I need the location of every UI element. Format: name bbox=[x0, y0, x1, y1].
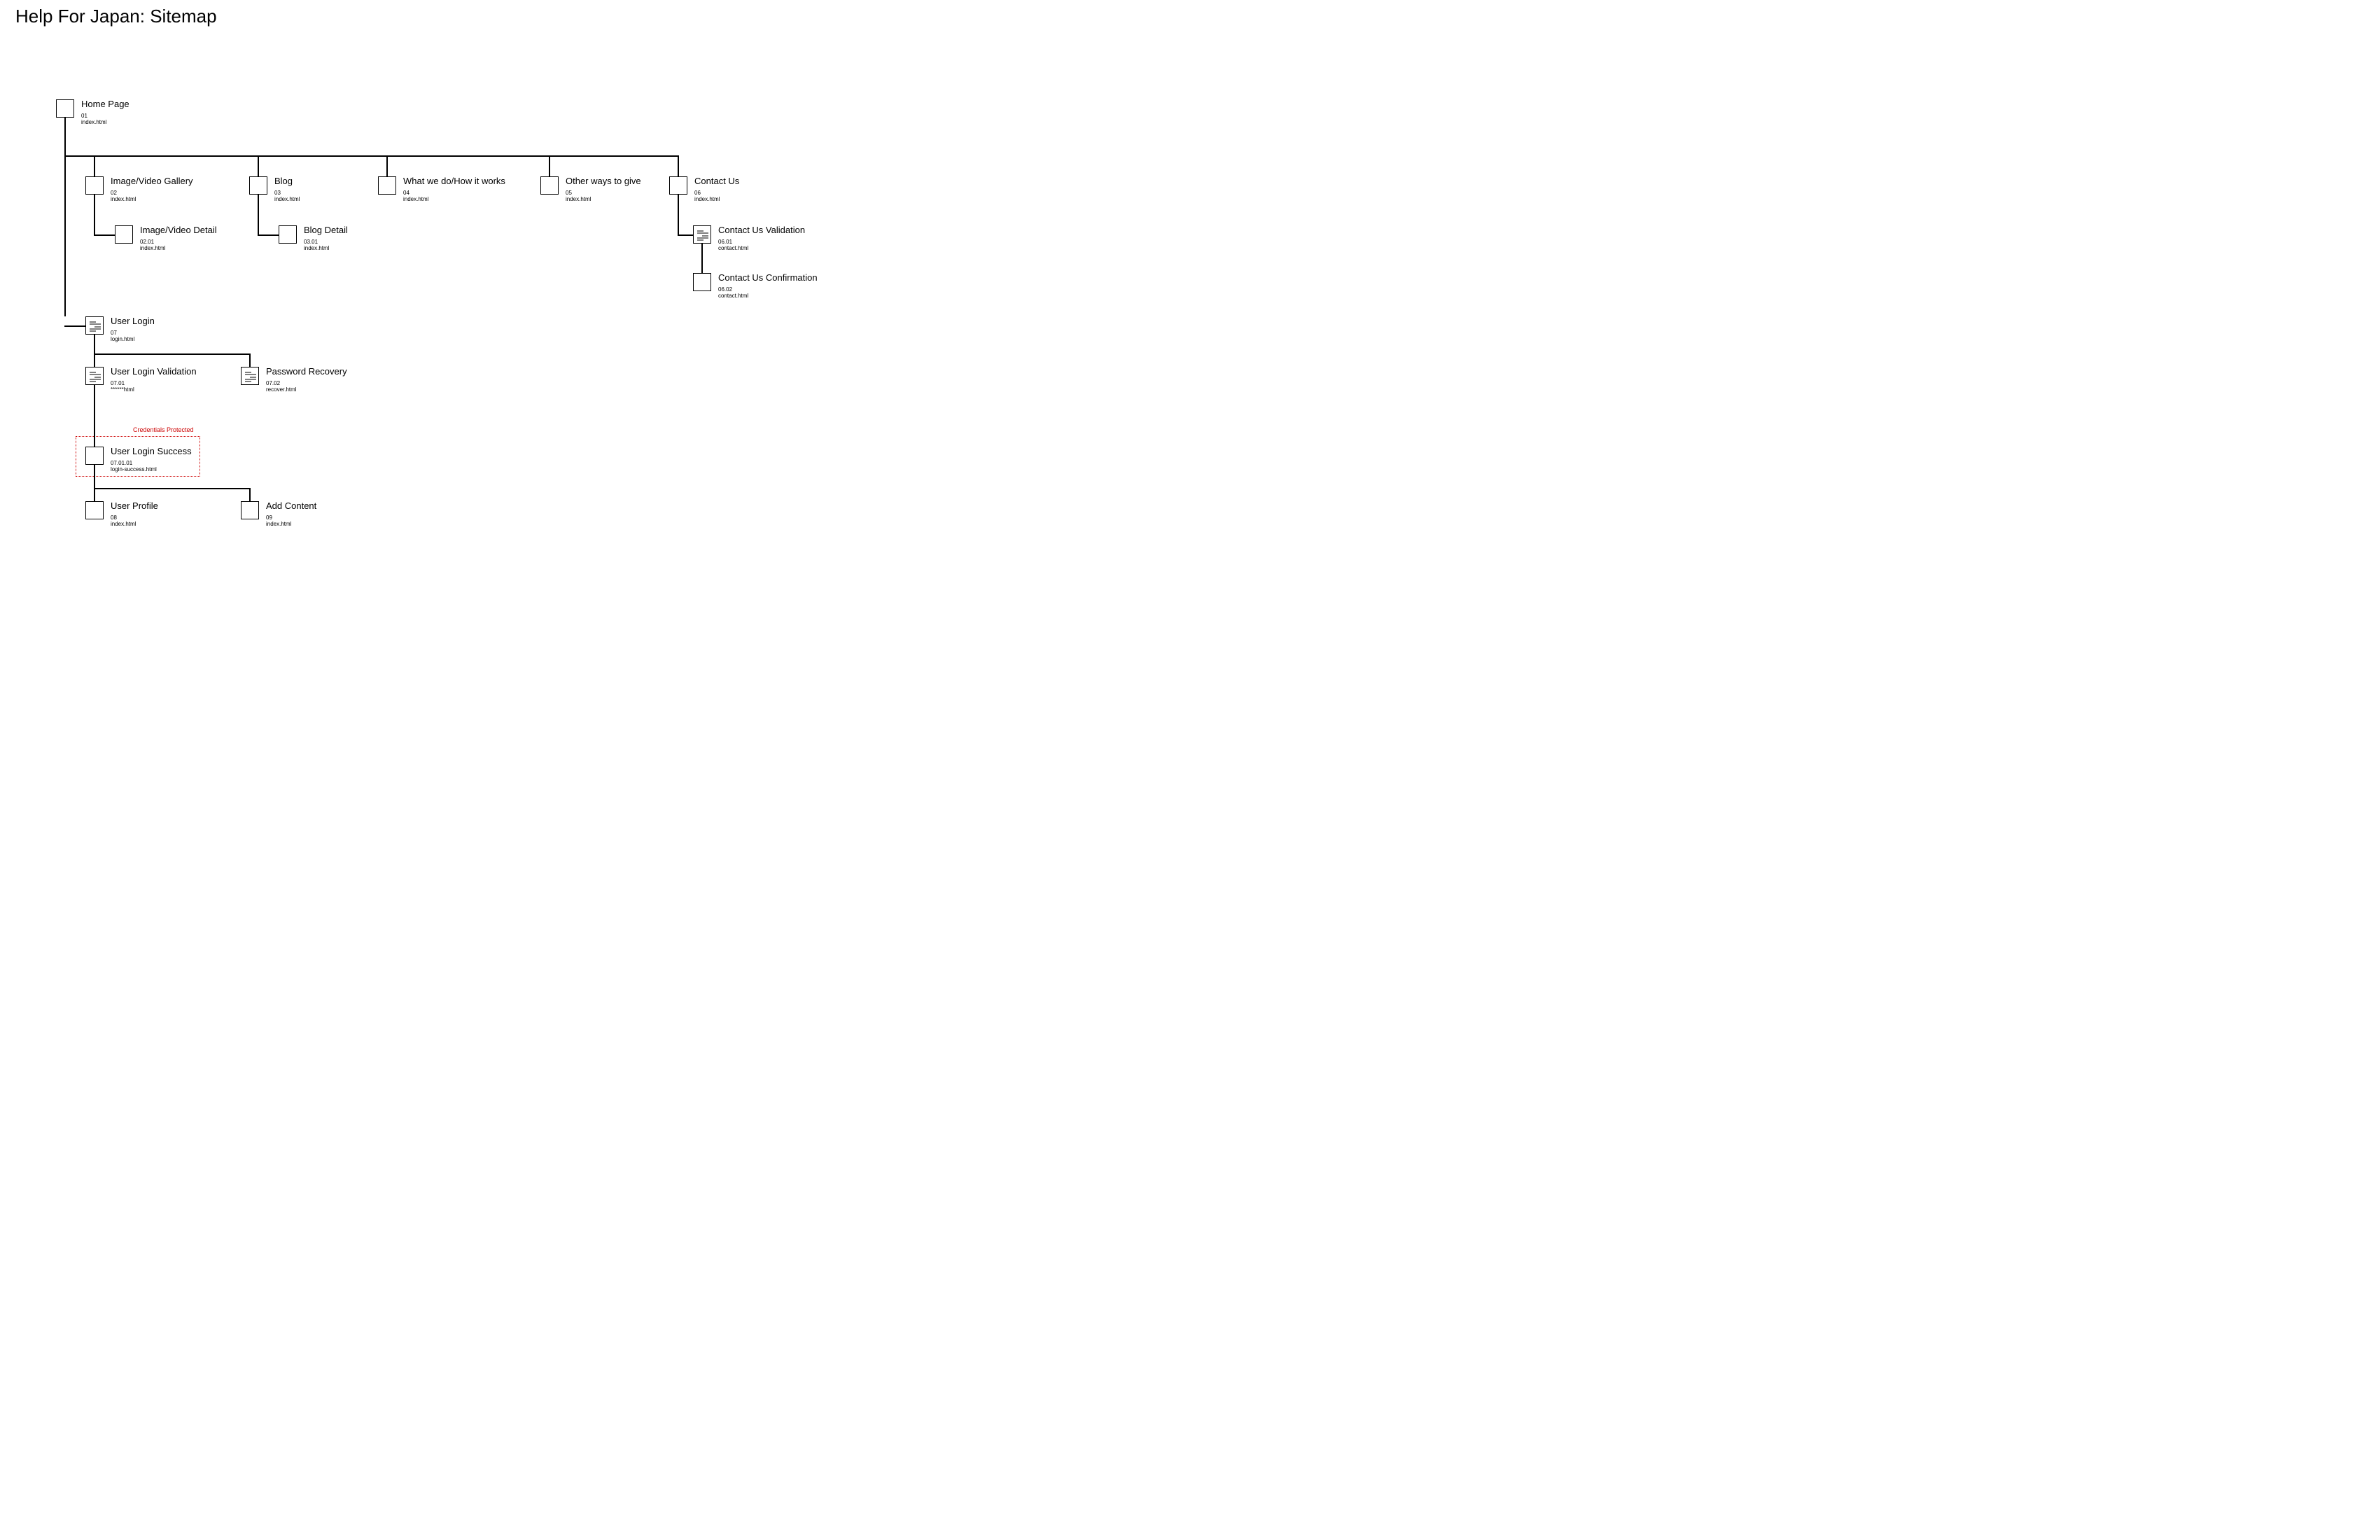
page-icon bbox=[249, 176, 267, 195]
page-icon bbox=[241, 501, 259, 519]
connector bbox=[94, 354, 251, 355]
node-label: User Login Validation bbox=[111, 366, 197, 377]
connector bbox=[64, 118, 66, 316]
node-number: 07 bbox=[111, 330, 117, 336]
form-page-icon bbox=[85, 367, 104, 385]
node-file: index.html bbox=[694, 196, 720, 202]
node-label: Blog bbox=[274, 176, 293, 186]
node-file: index.html bbox=[140, 245, 165, 251]
connector bbox=[94, 195, 95, 234]
node-label: What we do/How it works bbox=[403, 176, 505, 186]
connector bbox=[94, 488, 95, 501]
page-icon bbox=[540, 176, 559, 195]
node-label: Other ways to give bbox=[566, 176, 641, 186]
connector bbox=[94, 234, 115, 236]
node-file: contact.html bbox=[718, 245, 748, 251]
connector bbox=[386, 155, 388, 176]
node-number: 04 bbox=[403, 190, 410, 196]
node-label: Contact Us Validation bbox=[718, 225, 805, 235]
node-number: 06 bbox=[694, 190, 701, 196]
form-page-icon bbox=[85, 316, 104, 335]
connector bbox=[678, 155, 679, 176]
connector bbox=[94, 335, 95, 354]
form-lines-icon bbox=[90, 371, 101, 382]
connector bbox=[94, 155, 95, 176]
page-icon bbox=[378, 176, 396, 195]
connector bbox=[678, 234, 693, 236]
node-number: 02.01 bbox=[140, 239, 154, 245]
page-icon bbox=[56, 99, 74, 118]
connector bbox=[249, 488, 251, 501]
node-label: User Profile bbox=[111, 500, 158, 511]
page-icon bbox=[693, 273, 711, 291]
connector bbox=[678, 195, 679, 234]
form-lines-icon bbox=[245, 371, 256, 382]
node-label: User Login bbox=[111, 316, 155, 326]
node-file: login.html bbox=[111, 336, 134, 342]
node-file: index.html bbox=[403, 196, 428, 202]
connector bbox=[701, 244, 703, 273]
form-page-icon bbox=[693, 225, 711, 244]
node-number: 03 bbox=[274, 190, 281, 196]
page-icon bbox=[85, 447, 104, 465]
connector bbox=[94, 385, 95, 447]
connector bbox=[258, 195, 259, 234]
page-icon bbox=[669, 176, 687, 195]
connector bbox=[94, 354, 95, 367]
node-file: ******html bbox=[111, 386, 134, 393]
node-label: Image/Video Detail bbox=[140, 225, 217, 235]
node-number: 07.02 bbox=[266, 380, 280, 386]
node-label: User Login Success bbox=[111, 446, 192, 456]
node-file: index.html bbox=[274, 196, 300, 202]
connector bbox=[64, 155, 679, 157]
page-icon bbox=[85, 176, 104, 195]
node-label: Home Page bbox=[81, 99, 130, 109]
connector bbox=[258, 234, 279, 236]
node-label: Blog Detail bbox=[304, 225, 348, 235]
node-number: 07.01.01 bbox=[111, 460, 132, 466]
node-label: Contact Us Confirmation bbox=[718, 272, 818, 283]
node-file: index.html bbox=[81, 119, 106, 125]
node-file: index.html bbox=[111, 196, 136, 202]
connector bbox=[94, 465, 95, 488]
connector bbox=[94, 488, 251, 489]
node-file: recover.html bbox=[266, 386, 297, 393]
node-label: Contact Us bbox=[694, 176, 739, 186]
node-label: Password Recovery bbox=[266, 366, 347, 377]
node-file: index.html bbox=[266, 521, 291, 527]
node-label: Add Content bbox=[266, 500, 316, 511]
form-lines-icon bbox=[697, 230, 708, 241]
node-number: 07.01 bbox=[111, 380, 125, 386]
node-number: 03.01 bbox=[304, 239, 318, 245]
node-number: 08 bbox=[111, 514, 117, 521]
page-icon bbox=[115, 225, 133, 244]
page-title: Help For Japan: Sitemap bbox=[15, 6, 217, 27]
sitemap-canvas: Help For Japan: Sitemap Home Page 01 ind… bbox=[0, 0, 980, 634]
credentials-protected-label: Credentials Protected bbox=[133, 426, 194, 433]
connector bbox=[258, 155, 259, 176]
node-file: index.html bbox=[566, 196, 591, 202]
form-page-icon bbox=[241, 367, 259, 385]
node-number: 01 bbox=[81, 113, 88, 119]
connector bbox=[549, 155, 550, 176]
connector bbox=[249, 354, 251, 367]
page-icon bbox=[279, 225, 297, 244]
form-lines-icon bbox=[90, 321, 101, 332]
node-number: 02 bbox=[111, 190, 117, 196]
node-number: 06.01 bbox=[718, 239, 732, 245]
node-number: 09 bbox=[266, 514, 272, 521]
node-file: index.html bbox=[111, 521, 136, 527]
node-file: login-success.html bbox=[111, 466, 157, 472]
connector bbox=[64, 326, 85, 327]
node-file: index.html bbox=[304, 245, 329, 251]
node-label: Image/Video Gallery bbox=[111, 176, 193, 186]
node-number: 05 bbox=[566, 190, 572, 196]
node-number: 06.02 bbox=[718, 286, 732, 293]
page-icon bbox=[85, 501, 104, 519]
node-file: contact.html bbox=[718, 293, 748, 299]
